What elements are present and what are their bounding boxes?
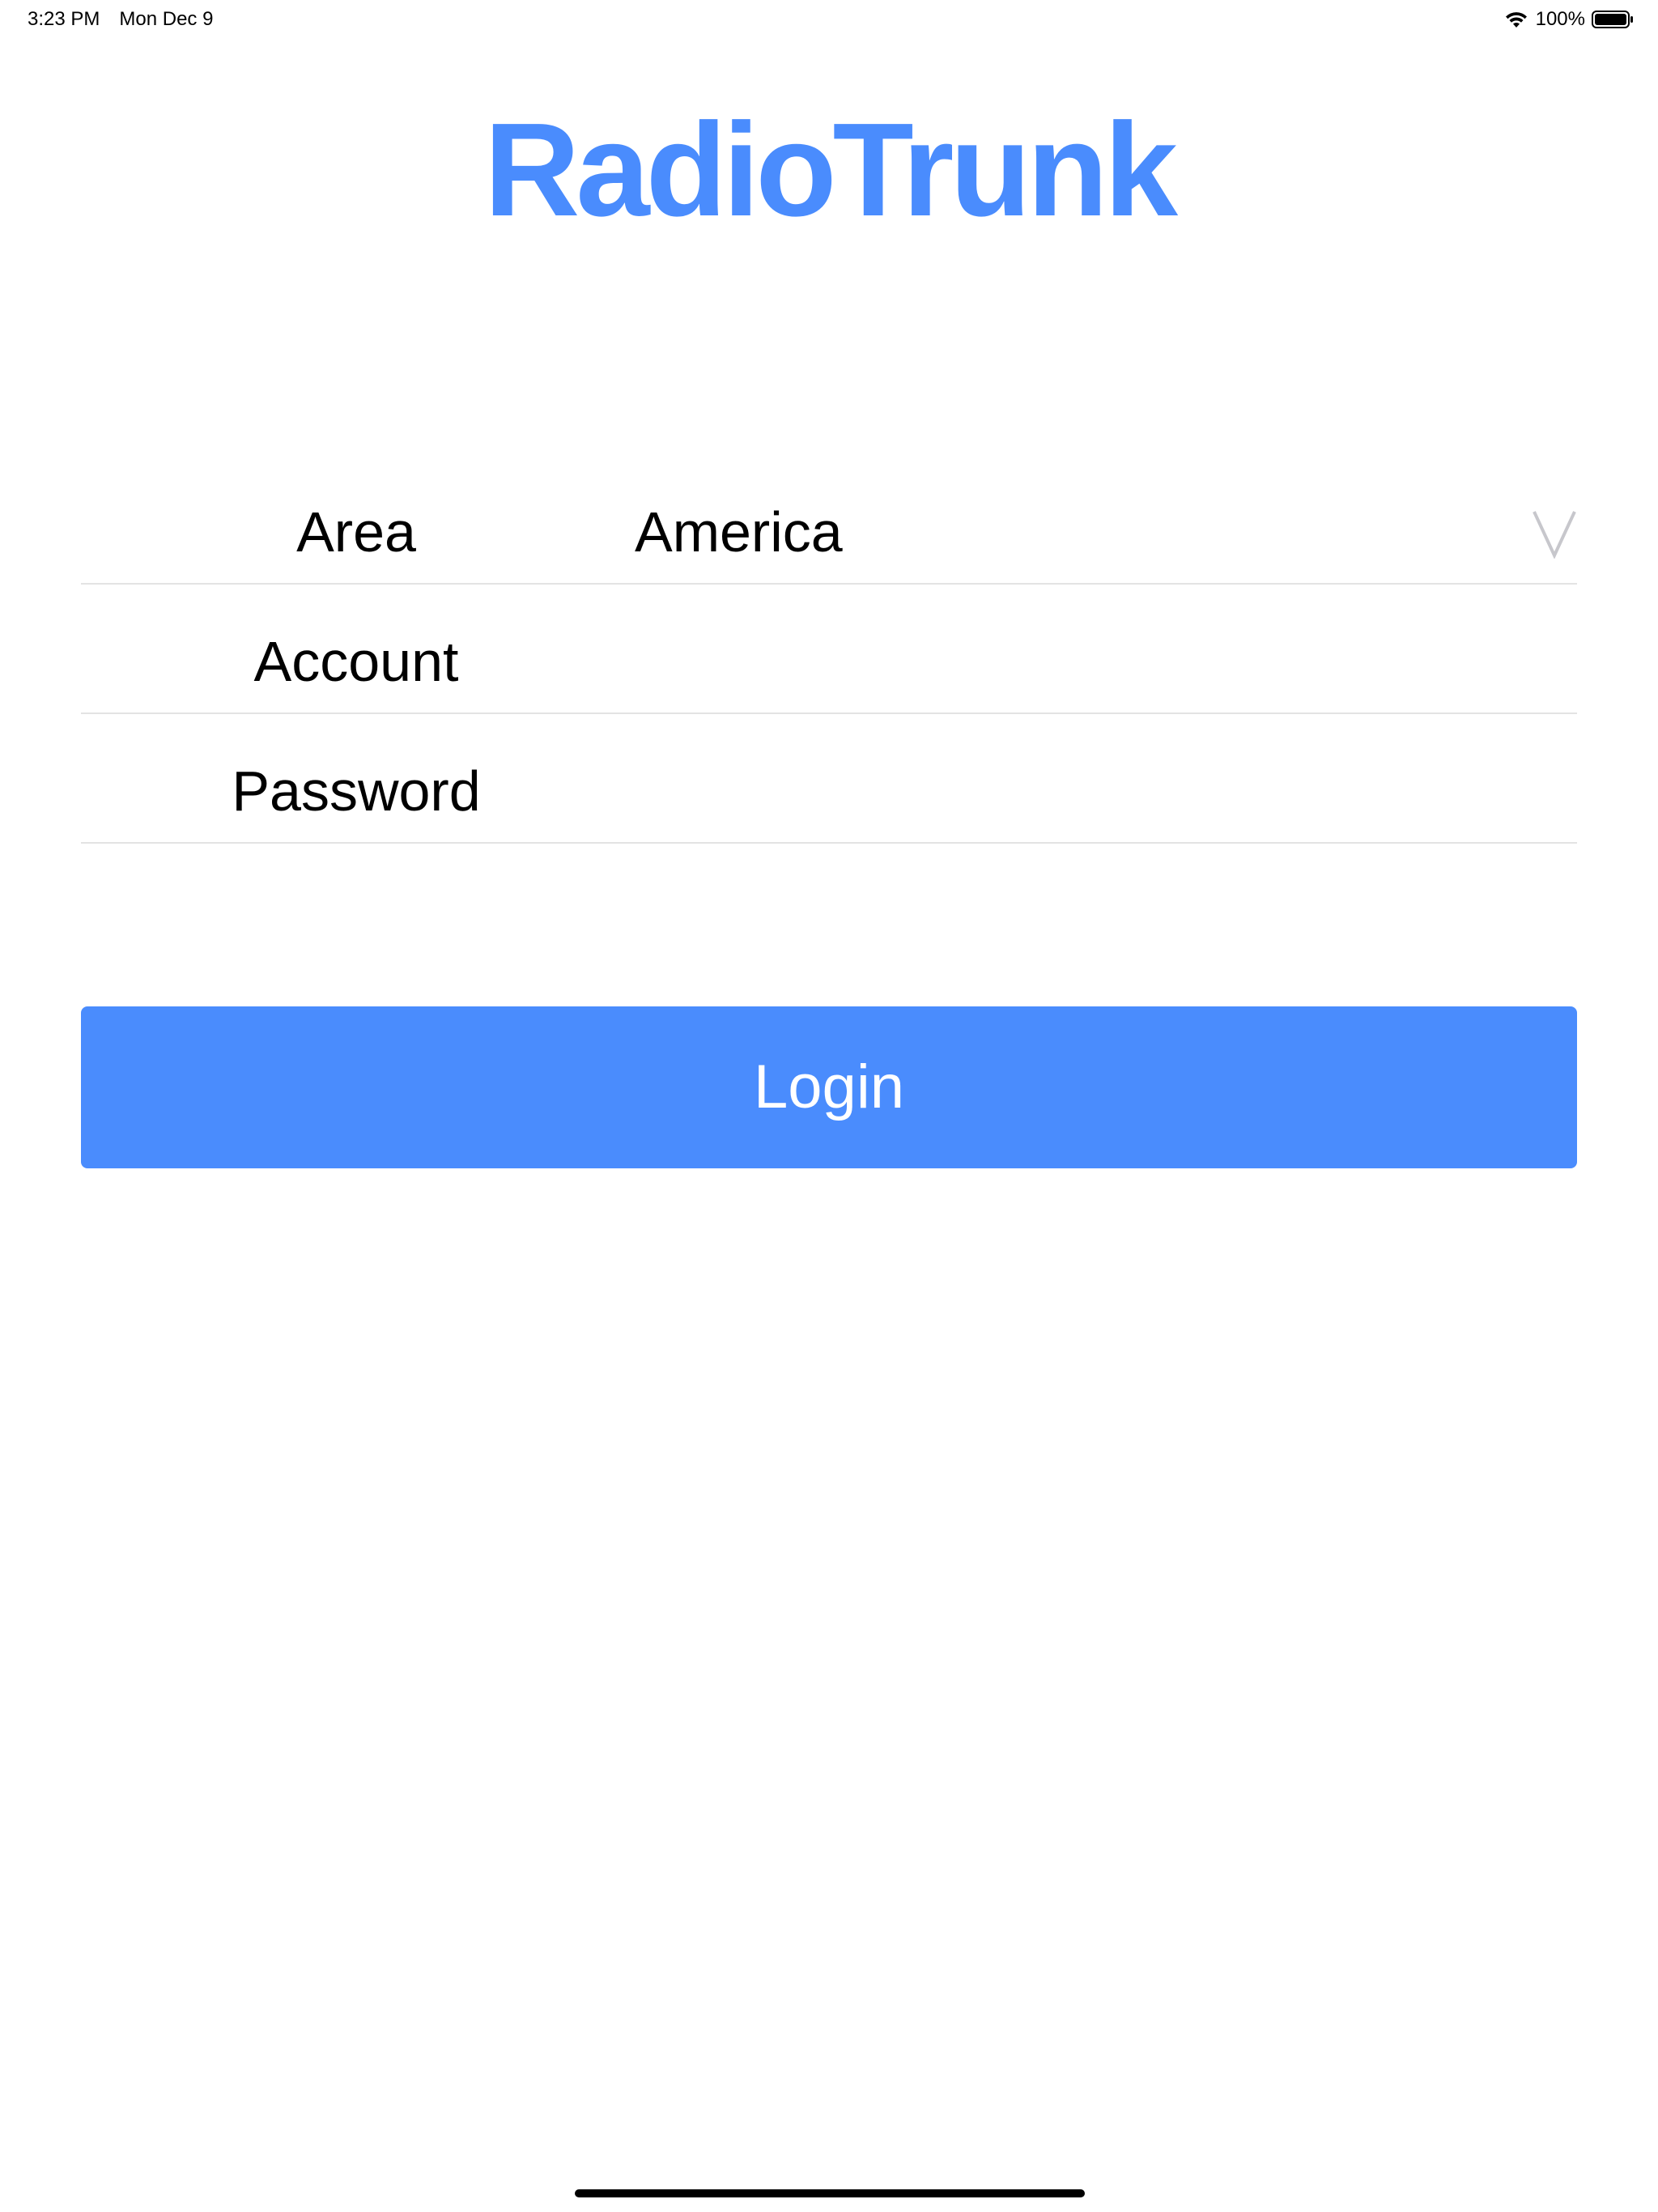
area-value[interactable]: America [635,496,843,568]
home-indicator[interactable] [575,2189,1085,2197]
app-title: RadioTrunk [483,96,1178,244]
password-row: Password [81,714,1577,844]
status-time: 3:23 PM [28,8,100,30]
battery-icon [1592,11,1633,28]
status-right: 100% [1503,6,1634,32]
wifi-icon [1505,12,1527,28]
password-label: Password [232,759,481,823]
area-row[interactable]: Area America [81,455,1577,585]
status-date: Mon Dec 9 [119,8,214,30]
status-left: 3:23 PM Mon Dec 9 [28,6,213,32]
account-input[interactable] [635,617,1525,698]
area-label: Area [296,500,416,564]
battery-percent: 100% [1535,8,1585,30]
login-button[interactable]: Login [81,1006,1577,1168]
status-bar: 3:23 PM Mon Dec 9 100% [0,0,1658,39]
login-screen: 3:23 PM Mon Dec 9 100% RadioTrunk Area A… [0,0,1658,2212]
account-row: Account [81,585,1577,714]
password-input[interactable] [635,747,1525,827]
chevron-down-icon[interactable] [1532,508,1577,559]
account-label: Account [253,630,459,693]
